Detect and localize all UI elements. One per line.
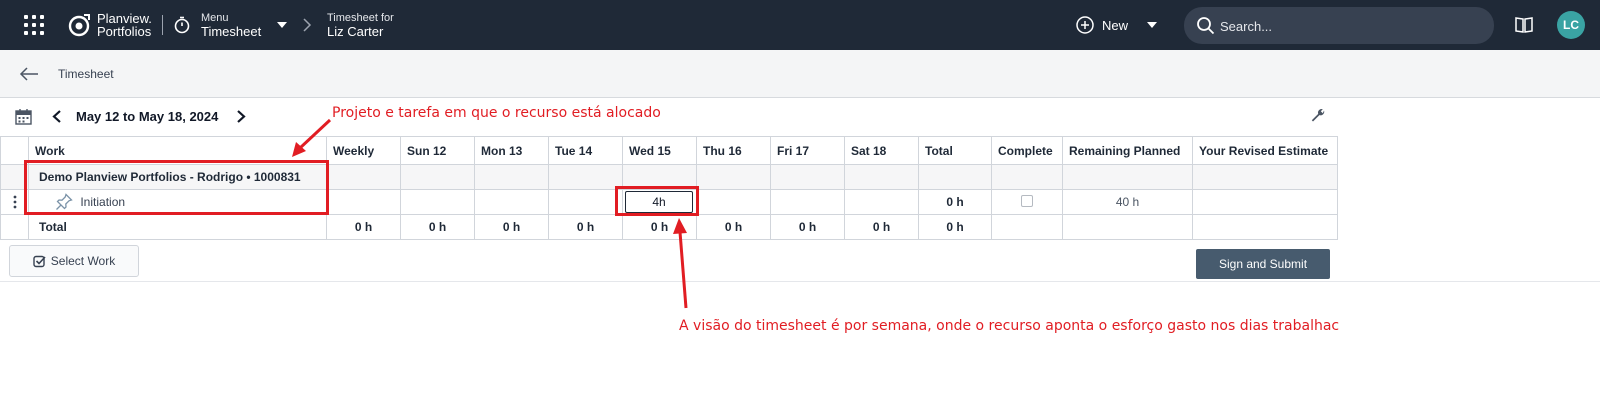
column-header: Complete (991, 136, 1063, 165)
day-cell[interactable] (474, 189, 549, 215)
timesheet-for: Timesheet for Liz Carter (327, 11, 394, 39)
avatar[interactable]: LC (1557, 11, 1585, 39)
annotation-box-work (24, 160, 329, 215)
weekly-cell[interactable] (326, 189, 401, 215)
column-header: Your Revised Estimate (1192, 136, 1338, 165)
wrench-icon[interactable] (1310, 108, 1326, 124)
total-value: 0 h (548, 214, 623, 240)
date-range: May 12 to May 18, 2024 (76, 109, 219, 124)
column-header: Weekly (326, 136, 401, 165)
total-label: Total (28, 214, 327, 240)
day-cell[interactable] (770, 189, 845, 215)
total-value: 0 h (622, 214, 697, 240)
revised-estimate-cell[interactable] (1192, 189, 1338, 215)
new-label: New (1102, 17, 1129, 33)
next-week-icon[interactable] (236, 110, 246, 123)
brand-line2: Portfolios (97, 24, 152, 39)
column-header: Remaining Planned (1062, 136, 1193, 165)
calendar-icon[interactable] (15, 108, 32, 125)
back-arrow-icon[interactable] (19, 66, 39, 82)
new-caret-icon[interactable] (1147, 22, 1157, 28)
stopwatch-icon (174, 16, 190, 34)
total-row: Total 0 h 0 h 0 h 0 h 0 h 0 h 0 h 0 h 0 … (0, 214, 1338, 240)
page-title: Timesheet (58, 67, 114, 81)
day-cell[interactable] (696, 189, 771, 215)
previous-week-icon[interactable] (52, 110, 62, 123)
day-cell[interactable] (400, 189, 475, 215)
page-header: Timesheet (0, 50, 1600, 98)
menu-current: Timesheet (201, 24, 262, 39)
search-box (1184, 7, 1494, 44)
column-header: Thu 16 (696, 136, 771, 165)
vertical-dots-icon[interactable] (13, 195, 17, 209)
menu-dropdown[interactable]: Menu Timesheet (201, 11, 261, 39)
chevron-right-icon (303, 18, 312, 32)
timesheet-owner: Liz Carter (327, 24, 384, 39)
planview-logo[interactable]: Planview. Portfolios (67, 9, 152, 41)
total-value: 0 h (770, 214, 845, 240)
column-header: Mon 13 (474, 136, 549, 165)
total-value: 0 h (474, 214, 549, 240)
menu-caret-icon[interactable] (277, 22, 287, 28)
complete-cell (991, 189, 1063, 215)
select-work-label: Select Work (50, 254, 116, 268)
checkbox-checked-icon (33, 255, 46, 267)
sign-and-submit-button[interactable]: Sign and Submit (1196, 249, 1330, 279)
timesheet-for-label: Timesheet for (327, 12, 394, 24)
app-launcher-icon[interactable] (24, 15, 44, 35)
top-app-bar: Planview. Portfolios Menu Timesheet Time… (0, 0, 1600, 50)
day-cell[interactable] (548, 189, 623, 215)
total-value: 0 h (918, 214, 992, 240)
select-work-button[interactable]: Select Work (9, 245, 139, 277)
task-total: 0 h (918, 189, 992, 215)
total-value: 0 h (844, 214, 919, 240)
annotation-text-top: Projeto e tarefa em que o recurso está a… (332, 105, 661, 121)
plus-circle-icon (1076, 16, 1094, 34)
menu-label: Menu (201, 12, 229, 24)
total-value: 0 h (326, 214, 401, 240)
search-input[interactable] (1220, 15, 1480, 37)
divider (162, 15, 163, 35)
annotation-text-bottom: A visão do timesheet é por semana, onde … (679, 318, 1340, 334)
column-header: Total (918, 136, 992, 165)
column-header: Sat 18 (844, 136, 919, 165)
book-icon[interactable] (1514, 15, 1534, 35)
complete-checkbox[interactable] (1021, 194, 1033, 207)
search-icon (1197, 17, 1215, 35)
total-value: 0 h (696, 214, 771, 240)
total-value: 0 h (400, 214, 475, 240)
annotation-box-wed (615, 186, 699, 216)
planview-logo-icon (68, 14, 90, 37)
column-header: Sun 12 (400, 136, 475, 165)
column-header: Fri 17 (770, 136, 845, 165)
remaining-planned: 40 h (1062, 189, 1193, 215)
column-header: Tue 14 (548, 136, 623, 165)
column-header: Wed 15 (622, 136, 697, 165)
new-button[interactable]: New (1076, 13, 1128, 37)
action-bar: Select Work Sign and Submit (0, 240, 1600, 282)
day-cell[interactable] (844, 189, 919, 215)
